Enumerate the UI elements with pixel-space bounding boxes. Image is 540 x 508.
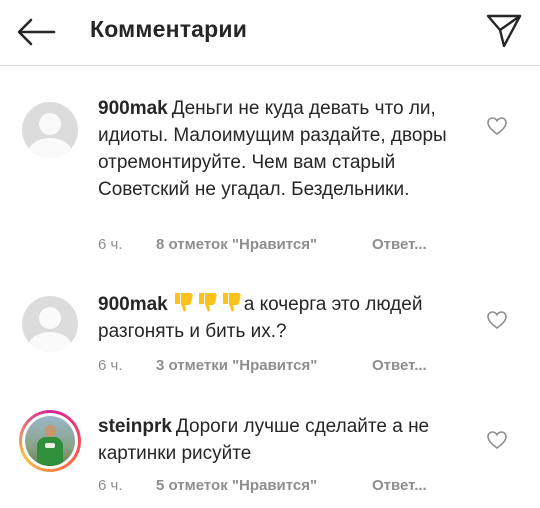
direct-send-button[interactable]	[484, 10, 524, 50]
default-avatar-icon[interactable]	[22, 296, 78, 352]
paper-plane-icon	[486, 14, 522, 48]
reply-link[interactable]: Ответ...	[372, 236, 427, 253]
photo-person-shirt	[37, 437, 63, 466]
comment-text-block: 900mak а кочерга это людей разгонять и би…	[98, 290, 478, 345]
like-button[interactable]	[486, 430, 508, 450]
reply-link[interactable]: Ответ...	[372, 357, 427, 374]
thumbs-down-icon	[174, 293, 193, 312]
top-bar: Комментарии	[0, 0, 540, 66]
comment-username[interactable]: 900mak	[98, 98, 168, 119]
photo-person-head	[45, 425, 56, 437]
arrow-left-icon	[17, 18, 56, 46]
back-button[interactable]	[14, 12, 58, 52]
thumbs-down-icon	[222, 293, 241, 312]
comment-time: 6 ч.	[98, 477, 123, 494]
heart-icon	[487, 311, 507, 330]
comment-text-block: 900mak Деньги не куда девать что ли, идио…	[98, 95, 478, 203]
reply-link[interactable]: Ответ...	[372, 477, 427, 494]
heart-icon	[487, 431, 507, 450]
story-ring-avatar[interactable]	[19, 410, 81, 472]
avatar-inner-border	[22, 413, 78, 469]
avatar-head-shape	[39, 307, 61, 329]
avatar-shoulders-shape	[28, 332, 72, 352]
comment-time: 6 ч.	[98, 357, 123, 374]
thumbs-down-icon	[198, 293, 217, 312]
like-button[interactable]	[486, 310, 508, 330]
comment-username[interactable]: 900mak	[98, 294, 168, 315]
comment-username[interactable]: steinprk	[98, 416, 172, 437]
likes-count-link[interactable]: 5 отметок "Нравится"	[156, 477, 317, 494]
comment-text-block: steinprk Дороги лучше сделайте а не карти…	[98, 413, 478, 467]
avatar-head-shape	[39, 113, 61, 135]
likes-count-link[interactable]: 8 отметок "Нравится"	[156, 236, 317, 253]
comment-time: 6 ч.	[98, 236, 123, 253]
page-title: Комментарии	[90, 16, 248, 42]
profile-photo	[25, 416, 75, 466]
likes-count-link[interactable]: 3 отметки "Нравится"	[156, 357, 317, 374]
like-button[interactable]	[486, 116, 508, 136]
default-avatar-icon[interactable]	[22, 102, 78, 158]
heart-icon	[487, 117, 507, 136]
photo-shirt-logo	[45, 443, 55, 448]
avatar-shoulders-shape	[28, 138, 72, 158]
